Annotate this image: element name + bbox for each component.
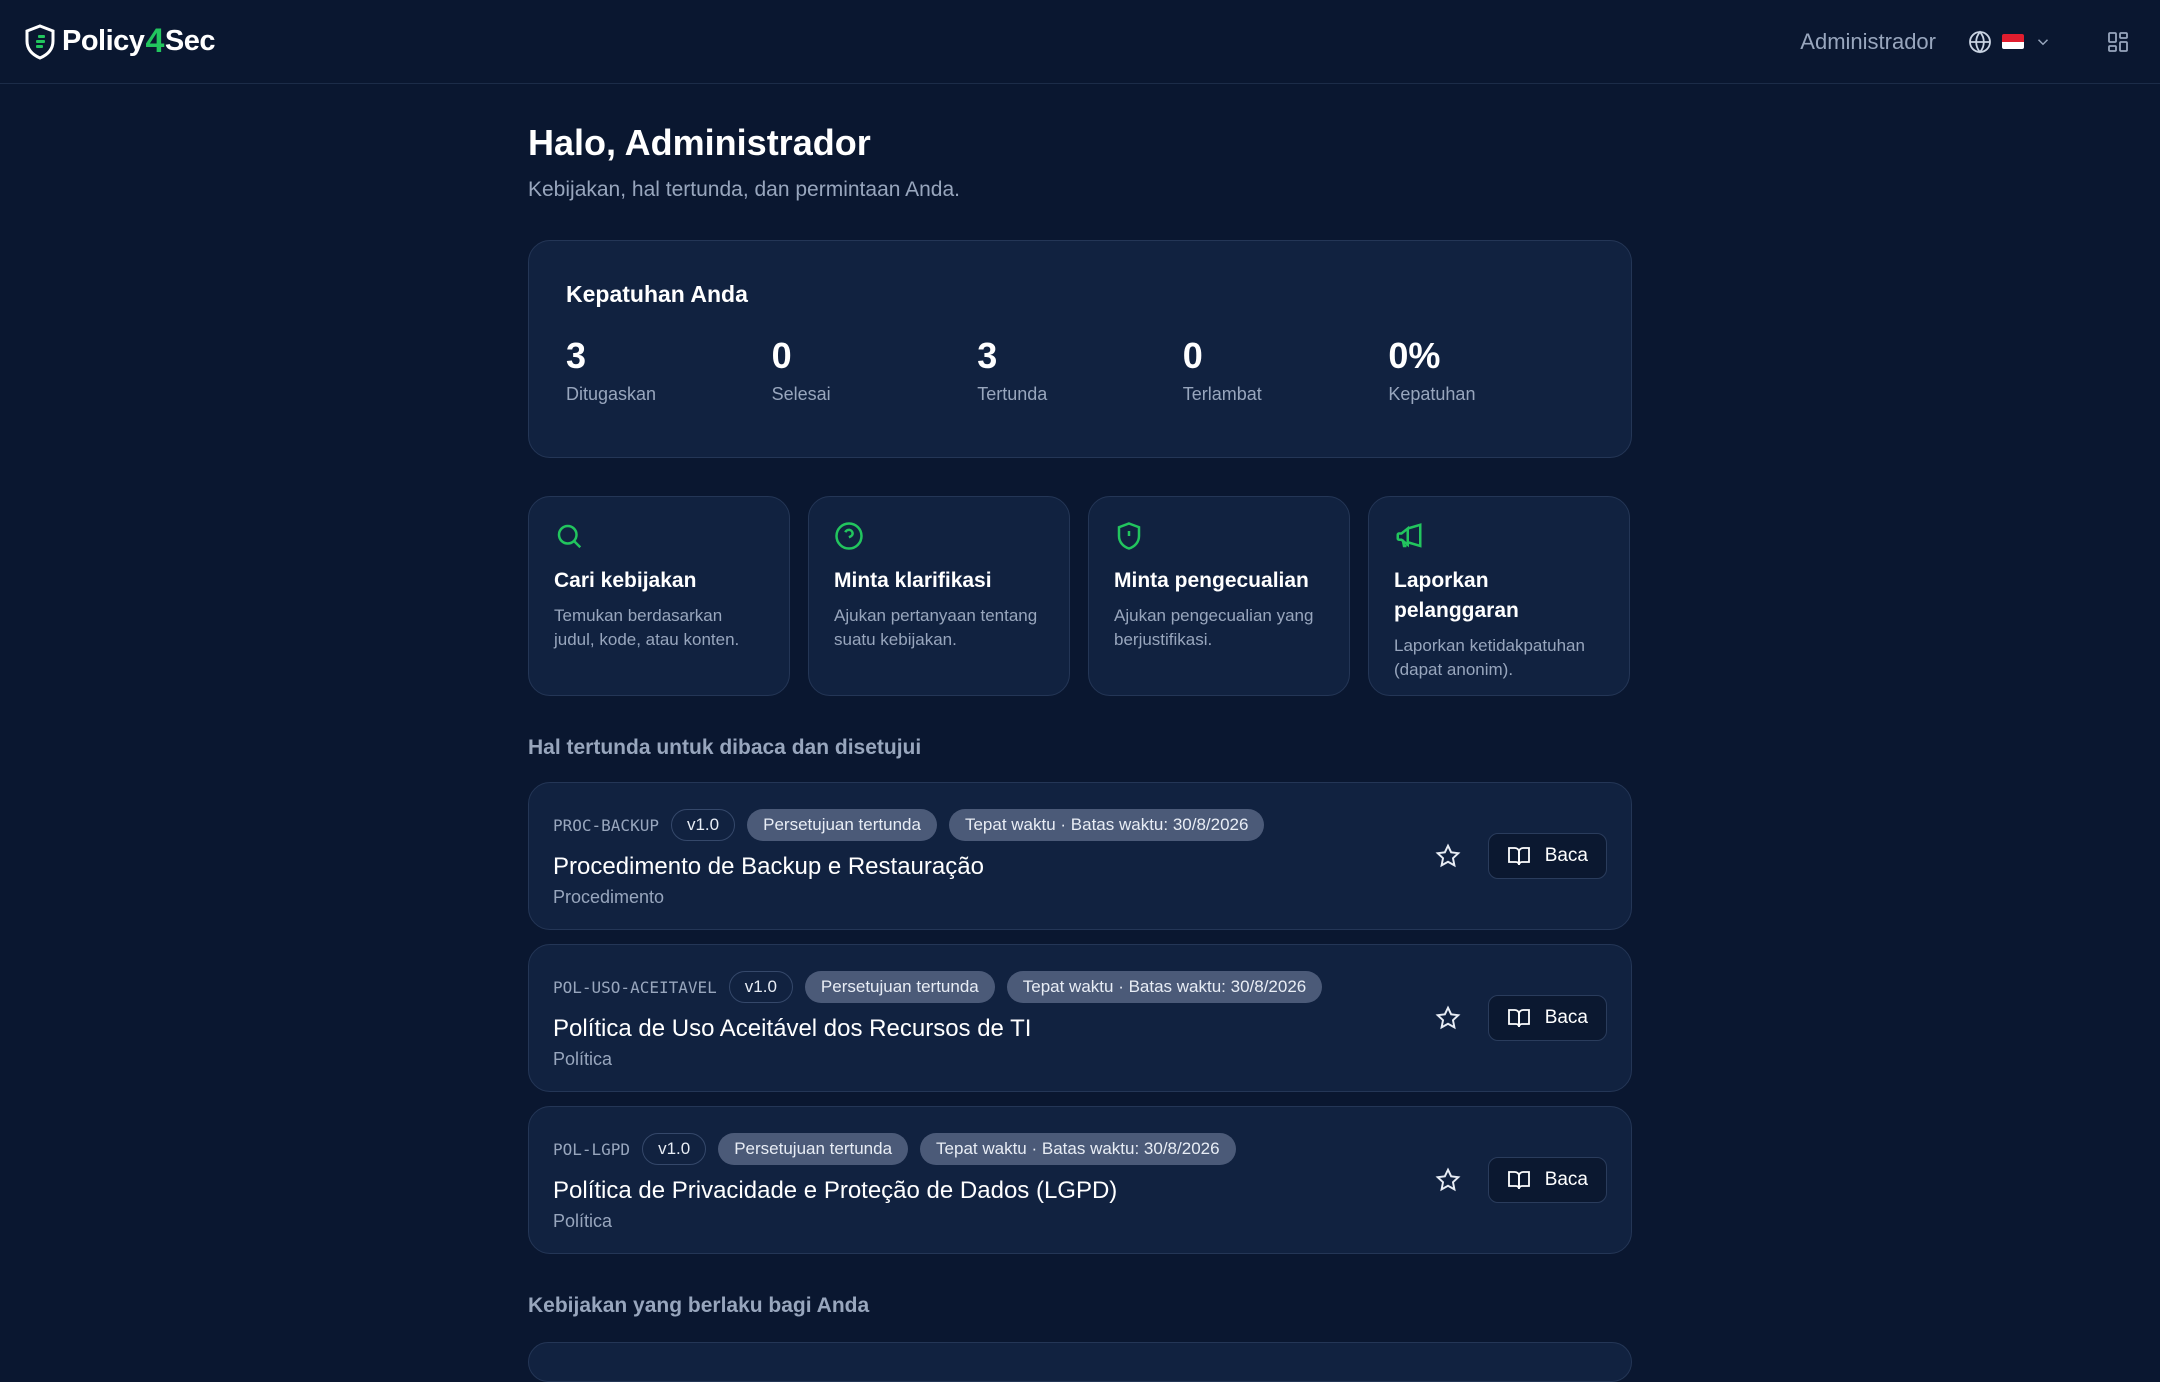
indonesia-flag-icon xyxy=(2002,34,2024,49)
favorite-button[interactable] xyxy=(1432,1164,1464,1196)
action-desc: Temukan berdasarkan judul, kode, atau ko… xyxy=(554,606,740,649)
stat-label: Kepatuhan xyxy=(1388,384,1476,404)
action-search-policy[interactable]: Cari kebijakan Temukan berdasarkan judul… xyxy=(528,496,790,696)
version-badge: v1.0 xyxy=(670,809,736,841)
stat-label: Tertunda xyxy=(977,384,1048,404)
star-icon xyxy=(1435,1005,1461,1030)
main-content: Halo, Administrador Kebijakan, hal tertu… xyxy=(528,84,1632,1382)
list-item[interactable]: PROC-BACKUP v1.0 Persetujuan tertunda Te… xyxy=(528,782,1632,930)
book-open-icon xyxy=(1507,1009,1530,1028)
read-button[interactable]: Baca xyxy=(1487,833,1607,879)
stat-label: Terlambat xyxy=(1182,384,1262,404)
stat-value: 3 xyxy=(566,335,587,376)
page-subtitle: Kebijakan, hal tertunda, dan permintaan … xyxy=(528,178,960,201)
book-open-icon xyxy=(1507,1171,1530,1190)
stat-label: Ditugaskan xyxy=(566,384,657,404)
policy-code: POL-USO-ACEITAVEL xyxy=(553,977,717,997)
version-badge: v1.0 xyxy=(728,971,793,1003)
favorite-button[interactable] xyxy=(1432,840,1464,872)
applicable-list-item[interactable] xyxy=(528,1342,1632,1382)
read-button[interactable]: Baca xyxy=(1487,1157,1607,1203)
deadline-badge: Tepat waktu · Batas waktu: 30/8/2026 xyxy=(920,1133,1236,1165)
language-selector[interactable] xyxy=(1958,24,2062,60)
shield-alert-icon xyxy=(1117,522,1141,550)
stat-value: 0 xyxy=(771,335,792,376)
stat-value: 0% xyxy=(1388,335,1441,376)
megaphone-icon xyxy=(1396,523,1422,548)
favorite-button[interactable] xyxy=(1432,1002,1464,1034)
stat-value: 3 xyxy=(977,335,998,376)
action-desc: Ajukan pertanyaan tentang suatu kebijaka… xyxy=(834,606,1038,649)
read-button[interactable]: Baca xyxy=(1487,995,1607,1041)
stat-value: 0 xyxy=(1182,335,1203,376)
apps-grid-button[interactable] xyxy=(2100,24,2136,60)
read-button-label: Baca xyxy=(1544,1007,1588,1028)
star-icon xyxy=(1435,1167,1461,1192)
compliance-card: Kepatuhan Anda 3 Ditugaskan 0 Selesai 3 … xyxy=(528,240,1632,458)
action-title: Laporkan pelanggaran xyxy=(1394,569,1519,622)
stat-label: Selesai xyxy=(771,384,831,404)
stat-assigned: 3 Ditugaskan xyxy=(566,336,772,405)
policy-type: Procedimento xyxy=(553,887,665,907)
action-desc: Ajukan pengecualian yang berjustifikasi. xyxy=(1114,606,1314,649)
status-badge: Persetujuan tertunda xyxy=(804,971,995,1003)
shield-logo-icon xyxy=(25,23,55,60)
action-request-clarification[interactable]: Minta klarifikasi Ajukan pertanyaan tent… xyxy=(808,496,1070,696)
applicable-section-title: Kebijakan yang berlaku bagi Anda xyxy=(528,1294,870,1317)
version-badge: v1.0 xyxy=(642,1133,707,1165)
action-title: Cari kebijakan xyxy=(554,569,697,592)
chevron-down-icon xyxy=(2037,38,2049,45)
list-item[interactable]: POL-USO-ACEITAVEL v1.0 Persetujuan tertu… xyxy=(528,944,1632,1092)
book-open-icon xyxy=(1507,847,1530,866)
action-report-violation[interactable]: Laporkan pelanggaran Laporkan ketidakpat… xyxy=(1368,496,1630,696)
list-item[interactable]: POL-LGPD v1.0 Persetujuan tertunda Tepat… xyxy=(528,1106,1632,1254)
action-desc: Laporkan ketidakpatuhan (dapat anonim). xyxy=(1394,636,1585,679)
policy-type: Política xyxy=(553,1211,613,1231)
action-title: Minta klarifikasi xyxy=(834,569,992,592)
policy-code: POL-LGPD xyxy=(553,1139,631,1159)
policy-code: PROC-BACKUP xyxy=(553,815,659,835)
pending-section-title: Hal tertunda untuk dibaca dan disetujui xyxy=(528,736,922,759)
quick-actions: Cari kebijakan Temukan berdasarkan judul… xyxy=(528,496,1632,696)
action-request-exception[interactable]: Minta pengecualian Ajukan pengecualian y… xyxy=(1088,496,1350,696)
app-logo[interactable]: Policy 4 Sec xyxy=(24,22,215,61)
deadline-badge: Tepat waktu · Batas waktu: 30/8/2026 xyxy=(1006,971,1323,1003)
read-button-label: Baca xyxy=(1544,1169,1588,1190)
stat-completed: 0 Selesai xyxy=(772,336,978,405)
layout-grid-icon xyxy=(2108,31,2128,52)
read-button-label: Baca xyxy=(1544,845,1588,866)
status-badge: Persetujuan tertunda xyxy=(747,809,937,841)
status-badge: Persetujuan tertunda xyxy=(718,1133,909,1165)
top-navbar: Policy 4 Sec Administrador xyxy=(0,0,2160,84)
pending-list: PROC-BACKUP v1.0 Persetujuan tertunda Te… xyxy=(528,782,1632,1254)
globe-icon xyxy=(1969,30,1991,53)
app-logo-text: Policy 4 Sec xyxy=(62,22,215,60)
help-circle-icon xyxy=(835,522,863,550)
deadline-badge: Tepat waktu · Batas waktu: 30/8/2026 xyxy=(948,809,1265,841)
star-icon xyxy=(1435,843,1461,868)
action-title: Minta pengecualian xyxy=(1114,569,1309,592)
search-icon xyxy=(557,524,582,549)
stat-overdue: 0 Terlambat xyxy=(1183,336,1389,405)
page-title: Halo, Administrador xyxy=(528,122,871,163)
compliance-title: Kepatuhan Anda xyxy=(566,281,748,307)
user-name[interactable]: Administrador xyxy=(1800,29,1936,55)
stat-pending: 3 Tertunda xyxy=(977,336,1183,405)
policy-type: Política xyxy=(553,1049,613,1069)
stat-compliance-rate: 0% Kepatuhan xyxy=(1388,336,1594,405)
